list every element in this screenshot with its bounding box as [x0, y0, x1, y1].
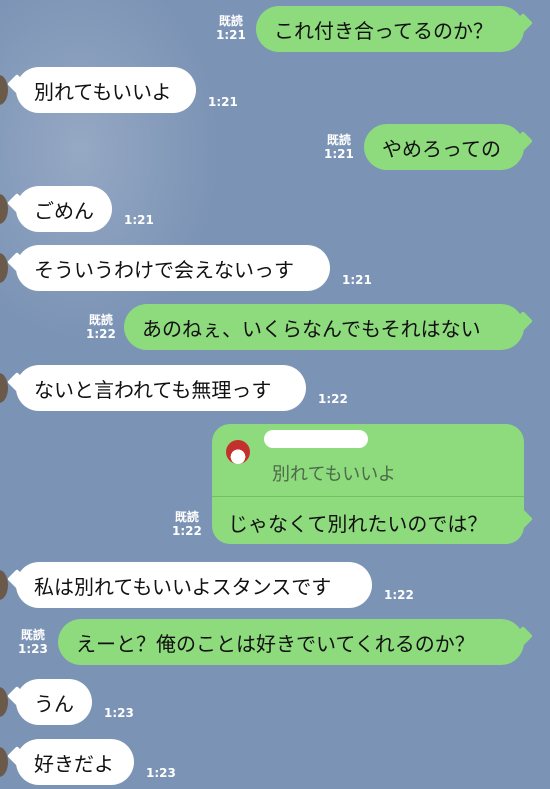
message-text: うん: [34, 691, 74, 716]
quoted-text: 別れてもいいよ: [272, 464, 396, 485]
avatar: [0, 373, 8, 403]
message-time: 1:21: [124, 213, 154, 227]
outgoing-message[interactable]: あのねぇ、いくらなんでもそれはない: [124, 304, 524, 350]
outgoing-message[interactable]: えーと？俺のことは好きでいてくれるのか？: [58, 619, 524, 665]
avatar: [0, 687, 8, 717]
avatar: [0, 75, 8, 105]
message-time: 1:21: [342, 273, 372, 287]
message-text: そういうわけで会えないっす: [34, 257, 294, 282]
read-label: 既読: [174, 510, 199, 524]
redacted-name: [264, 430, 368, 448]
incoming-message[interactable]: 私は別れてもいいよスタンスです: [16, 562, 372, 608]
incoming-message[interactable]: ごめん: [16, 186, 112, 232]
outgoing-message[interactable]: やめろっての: [364, 124, 524, 170]
incoming-message[interactable]: ないと言われても無理っす: [16, 365, 306, 411]
message-text: じゃなくて別れたいのでは？: [228, 512, 488, 536]
message-text: ないと言われても無理っす: [34, 377, 272, 402]
message-meta: 既読 1:21: [216, 14, 246, 42]
chat-screen: 既読 1:21 これ付き合ってるのか？ 別れてもいいよ 1:21 既読 1:21…: [0, 0, 550, 789]
avatar: [0, 194, 8, 224]
message-text: あのねぇ、いくらなんでもそれはない: [142, 316, 481, 341]
message-time: 1:21: [216, 28, 246, 42]
message-meta: 既読 1:22: [86, 313, 116, 341]
incoming-message[interactable]: 好きだよ: [16, 739, 134, 785]
reply-quote[interactable]: 別れてもいいよ: [212, 424, 524, 497]
message-time: 1:21: [324, 147, 354, 161]
read-label: 既読: [20, 628, 45, 642]
avatar: [0, 253, 8, 283]
read-label: 既読: [326, 133, 351, 147]
message-time: 1:21: [208, 95, 238, 109]
message-time: 1:22: [86, 327, 116, 341]
avatar-icon: [226, 440, 250, 464]
message-text: 私は別れてもいいよスタンスです: [34, 574, 332, 599]
message-text: えーと？俺のことは好きでいてくれるのか？: [76, 631, 475, 656]
avatar: [0, 570, 8, 600]
message-text: ごめん: [34, 198, 94, 223]
message-text: 好きだよ: [34, 751, 114, 776]
message-meta: 既読 1:22: [172, 510, 202, 538]
message-time: 1:23: [18, 642, 48, 656]
message-time: 1:23: [146, 766, 176, 780]
message-time: 1:22: [384, 588, 414, 602]
outgoing-message[interactable]: これ付き合ってるのか？: [256, 6, 524, 52]
outgoing-reply-message[interactable]: 別れてもいいよ じゃなくて別れたいのでは？: [212, 424, 524, 544]
avatar: [0, 747, 8, 777]
read-label: 既読: [218, 14, 243, 28]
read-label: 既読: [88, 313, 113, 327]
message-time: 1:23: [104, 706, 134, 720]
message-text: これ付き合ってるのか？: [274, 18, 493, 43]
incoming-message[interactable]: 別れてもいいよ: [16, 67, 196, 113]
message-text: やめろっての: [382, 136, 501, 161]
message-time: 1:22: [172, 524, 202, 538]
message-text: 別れてもいいよ: [34, 79, 172, 104]
message-meta: 既読 1:23: [18, 628, 48, 656]
message-time: 1:22: [318, 392, 348, 406]
incoming-message[interactable]: そういうわけで会えないっす: [16, 245, 330, 291]
incoming-message[interactable]: うん: [16, 679, 92, 725]
message-meta: 既読 1:21: [324, 133, 354, 161]
